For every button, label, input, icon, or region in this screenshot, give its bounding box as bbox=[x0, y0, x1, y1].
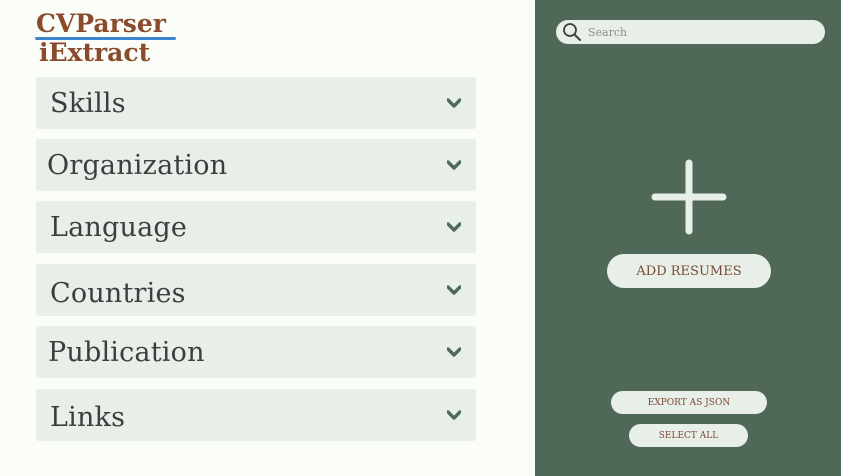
filter-label: Organization bbox=[47, 149, 228, 181]
filter-organization[interactable]: Organization bbox=[36, 139, 476, 191]
filter-language[interactable]: Language bbox=[36, 201, 476, 253]
search-bar[interactable] bbox=[556, 20, 825, 44]
search-icon bbox=[562, 22, 582, 42]
brand-title: CVParser bbox=[35, 9, 176, 40]
upload-panel: ADD RESUMES EXPORT AS JSON SELECT ALL bbox=[535, 0, 841, 476]
plus-icon[interactable] bbox=[651, 159, 727, 235]
brand-title-text: CVParser bbox=[36, 9, 166, 38]
chevron-down-icon[interactable] bbox=[446, 344, 462, 360]
brand-logo: CVParser iExtract bbox=[35, 9, 176, 68]
chevron-down-icon[interactable] bbox=[446, 95, 462, 111]
search-input[interactable] bbox=[588, 25, 808, 39]
export-json-button[interactable]: EXPORT AS JSON bbox=[611, 391, 767, 414]
brand-underline bbox=[35, 37, 176, 40]
chevron-down-icon[interactable] bbox=[446, 407, 462, 423]
filter-label: Countries bbox=[50, 277, 186, 309]
filter-label: Skills bbox=[50, 87, 126, 119]
add-resumes-button[interactable]: ADD RESUMES bbox=[607, 254, 771, 288]
filter-publication[interactable]: Publication bbox=[36, 326, 476, 378]
select-all-button[interactable]: SELECT ALL bbox=[629, 424, 748, 447]
filter-label: Links bbox=[50, 401, 126, 433]
chevron-down-icon[interactable] bbox=[446, 219, 462, 235]
filter-skills[interactable]: Skills bbox=[36, 77, 476, 129]
chevron-down-icon[interactable] bbox=[446, 157, 462, 173]
filter-label: Language bbox=[50, 211, 188, 243]
filter-links[interactable]: Links bbox=[36, 389, 476, 441]
filter-countries[interactable]: Countries bbox=[36, 264, 476, 316]
brand-subtitle: iExtract bbox=[39, 38, 151, 67]
filter-label: Publication bbox=[48, 336, 205, 368]
chevron-down-icon[interactable] bbox=[446, 282, 462, 298]
